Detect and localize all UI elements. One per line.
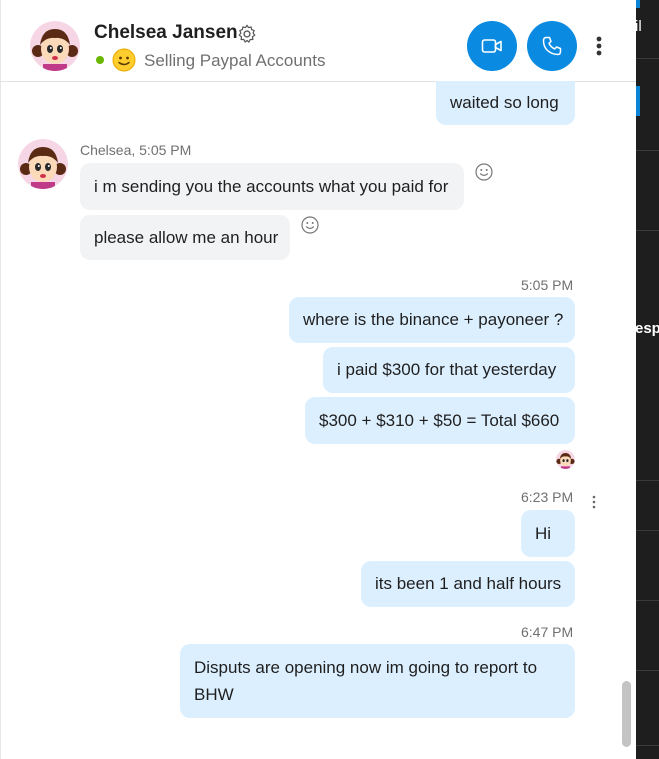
background-text: il [636,18,642,35]
phone-icon [542,36,562,56]
message-options-icon[interactable] [590,494,598,510]
sender-avatar[interactable] [18,139,68,189]
video-call-button[interactable] [467,21,517,71]
message-bubble[interactable]: Hi [521,510,575,557]
message-bubble[interactable]: Disputs are opening now im going to repo… [180,644,575,718]
message-text-line: Disputs are opening now im going to repo… [194,658,538,677]
accent-bar [636,0,640,8]
more-vertical-icon[interactable] [589,33,609,59]
chat-header: Chelsea Jansen Selling Paypal Accounts [1,0,637,82]
message-bubble[interactable]: $300 + $310 + $50 = Total $660 [305,397,575,444]
background-app-panel: il esp [636,0,659,759]
sender-meta: Chelsea, 5:05 PM [80,142,192,158]
message-text-line: BHW [194,685,234,704]
audio-call-button[interactable] [527,21,577,71]
message-timestamp: 5:05 PM [521,277,574,293]
message-bubble[interactable]: its been 1 and half hours [361,561,575,607]
scrollbar-thumb[interactable] [622,681,631,747]
read-receipt-avatar [556,450,575,469]
video-camera-icon [481,39,502,53]
background-text: esp [636,320,659,337]
gear-icon[interactable] [236,23,258,45]
chat-window: Chelsea Jansen Selling Paypal Accounts w… [0,0,637,759]
mood-message: Selling Paypal Accounts [144,51,326,70]
message-bubble[interactable]: please allow me an hour [80,215,290,260]
online-status-dot [96,56,104,64]
add-reaction-icon[interactable] [300,215,320,235]
message-timestamp: 6:23 PM [521,489,574,505]
message-bubble[interactable]: i m sending you the accounts what you pa… [80,163,464,210]
smiley-emoji-icon [112,48,136,72]
contact-avatar[interactable] [30,21,80,71]
accent-bar [636,86,640,116]
message-bubble[interactable]: i paid $300 for that yesterday [323,347,575,393]
contact-name[interactable]: Chelsea Jansen [94,22,238,44]
message-bubble[interactable]: where is the binance + payoneer ? [289,297,575,343]
message-timestamp: 6:47 PM [521,624,574,640]
message-bubble[interactable]: waited so long [436,81,575,125]
add-reaction-icon[interactable] [474,162,494,182]
